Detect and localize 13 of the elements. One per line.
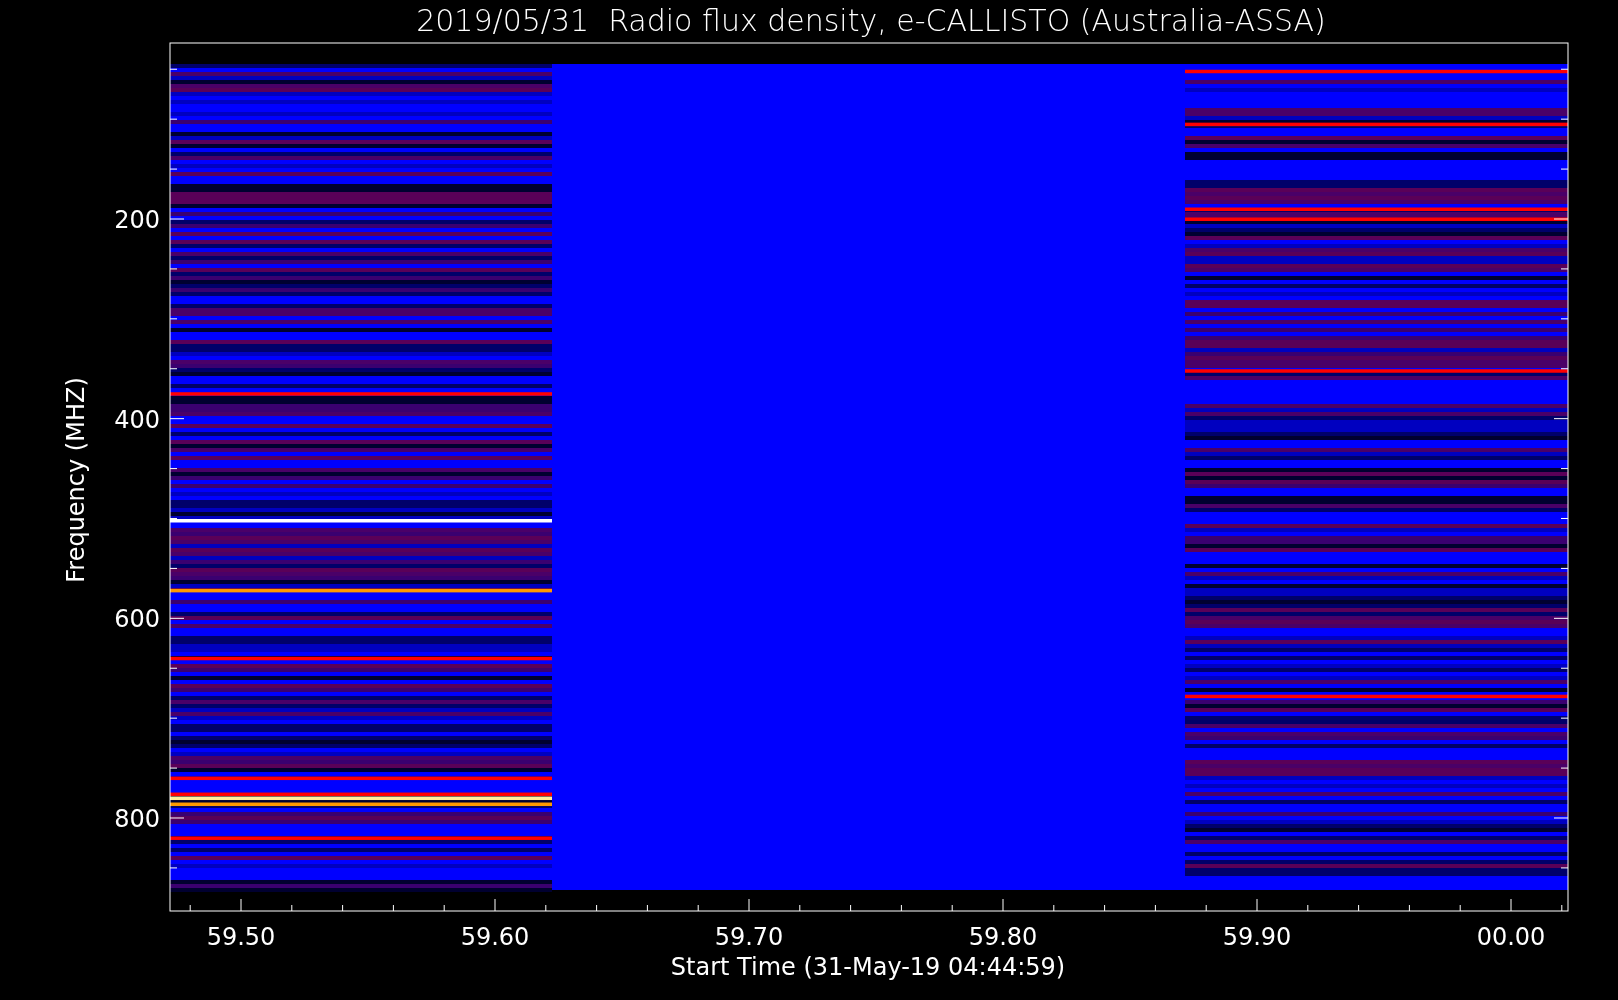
- tick-label: 00.00: [1476, 923, 1546, 951]
- axis-label: Start Time (31-May-19 04:44:59): [670, 953, 1066, 981]
- tick-label: 59.90: [1222, 923, 1292, 951]
- tick-label: 600: [114, 605, 160, 634]
- tick-label: 59.70: [714, 923, 784, 951]
- tick-label: 59.80: [968, 923, 1038, 951]
- tick-label: 59.50: [206, 923, 276, 951]
- tick-label: 400: [114, 405, 160, 434]
- tick-label: 200: [114, 206, 160, 234]
- tick-label: 59.60: [460, 923, 530, 951]
- tick-label: 800: [114, 805, 160, 833]
- axis-label: Frequency (MHZ): [62, 377, 90, 583]
- chart-title: 2019/05/31 Radio flux density, e-CALLISTO (Australia-ASSA): [416, 3, 1326, 38]
